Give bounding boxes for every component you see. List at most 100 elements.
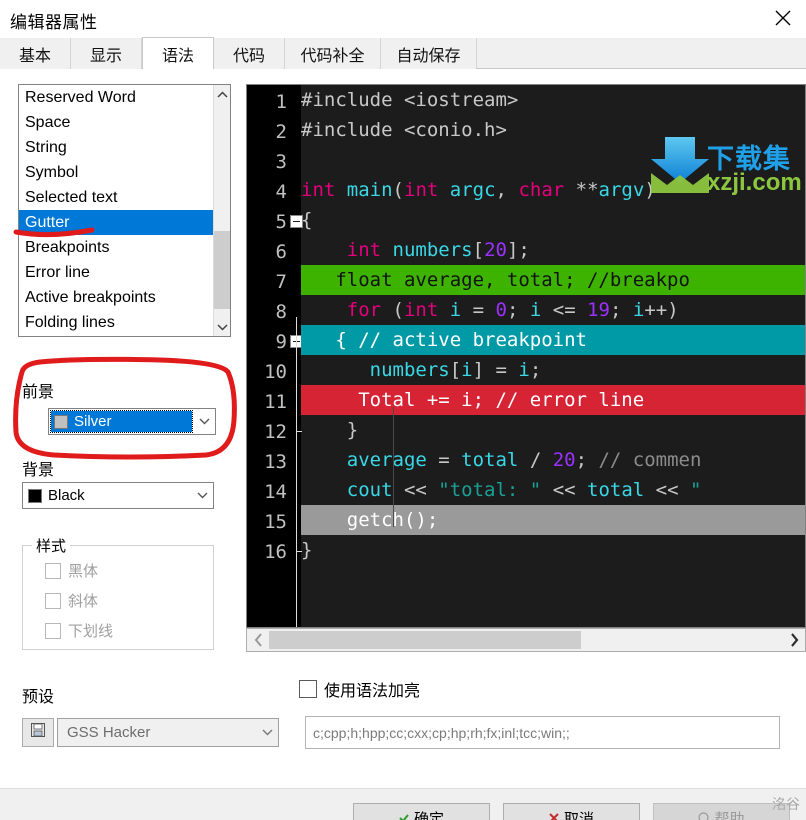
close-button[interactable] — [760, 0, 806, 36]
chevron-down-icon[interactable] — [193, 409, 215, 434]
background-color-combo[interactable]: Black — [22, 482, 214, 509]
tab-code[interactable]: 代码 — [214, 38, 285, 69]
checkbox-box-icon — [45, 592, 61, 609]
tab-autosave[interactable]: 自动保存 — [381, 38, 477, 69]
list-item-active-breakpoints[interactable]: Active breakpoints — [19, 285, 213, 310]
code-token: float average, total; //breakpo — [301, 269, 690, 291]
chevron-down-icon[interactable] — [191, 483, 213, 508]
code-token: i — [449, 299, 462, 321]
checkbox-italic[interactable]: 斜体 — [45, 590, 98, 611]
editor-hscrollbar[interactable] — [246, 628, 806, 652]
checkbox-underline-label: 下划线 — [68, 623, 114, 640]
foreground-color-value: Silver — [74, 413, 112, 430]
cancel-button[interactable]: 取消 — [503, 803, 640, 820]
code-token: <conio.h> — [403, 119, 507, 141]
list-item-space[interactable]: Space — [19, 110, 213, 135]
listbox-scrollbar[interactable] — [213, 85, 230, 336]
list-item-folding-lines[interactable]: Folding lines — [19, 310, 213, 335]
help-button-label: 帮助 — [714, 810, 745, 820]
code-token: numbers — [369, 359, 450, 381]
checkbox-use-syntax-highlight-label: 使用语法加亮 — [324, 683, 421, 700]
preset-combo[interactable]: GSS Hacker — [57, 718, 279, 747]
list-item-error-line[interactable]: Error line — [19, 260, 213, 285]
code-token: << — [541, 479, 588, 501]
tab-basic[interactable]: 基本 — [0, 38, 71, 69]
file-extensions-input[interactable]: c;cpp;h;hpp;cc;cxx;cp;hp;rh;fx;inl;tcc;w… — [305, 716, 780, 749]
style-groupbox: 样式 黑体 斜体 下划线 — [22, 535, 214, 650]
code-line: average = total / 20; // commen — [301, 445, 805, 475]
code-line: getch(); — [301, 505, 805, 535]
chevron-down-icon[interactable] — [214, 318, 230, 336]
list-item-gutter[interactable]: Gutter — [19, 210, 213, 235]
tab-display[interactable]: 显示 — [71, 38, 142, 69]
code-token: ** — [575, 179, 599, 201]
line-number: 9 — [275, 331, 287, 353]
checkbox-bold[interactable]: 黑体 — [45, 560, 98, 581]
code-line: float average, total; //breakpo — [301, 265, 805, 295]
style-group-title: 样式 — [32, 535, 71, 556]
code-line: cout << "total: " << total << " — [301, 475, 805, 505]
code-token: " — [689, 479, 702, 501]
chevron-up-icon[interactable] — [214, 85, 230, 103]
code-token: 0 — [495, 299, 507, 321]
preset-label: 预设 — [22, 689, 55, 706]
chevron-left-icon[interactable] — [247, 629, 269, 651]
line-number: 12 — [264, 421, 287, 443]
editor-code-area: #include <iostream> #include <conio.h> int… — [301, 85, 805, 627]
code-line: { // active breakpoint — [301, 325, 805, 355]
foreground-color-combo[interactable]: Silver — [48, 408, 216, 435]
list-item-string[interactable]: String — [19, 135, 213, 160]
line-number: 14 — [264, 481, 287, 503]
code-token: ; — [529, 359, 542, 381]
code-line: } — [301, 415, 805, 445]
code-token: ; — [575, 449, 599, 471]
code-token: << — [644, 479, 690, 501]
list-item-reserved-word[interactable]: Reserved Word — [19, 85, 213, 110]
ok-button[interactable]: 确定 — [353, 803, 490, 820]
checkbox-underline[interactable]: 下划线 — [45, 620, 113, 641]
code-token: / — [518, 449, 553, 471]
chevron-down-icon[interactable] — [256, 719, 278, 746]
line-number: 5 — [275, 211, 287, 233]
hscrollbar-track[interactable] — [269, 629, 783, 651]
scrollbar-thumb[interactable] — [214, 231, 230, 309]
checkbox-bold-label: 黑体 — [68, 563, 99, 580]
code-token: ++) — [644, 299, 679, 321]
cancel-button-label: 取消 — [563, 810, 594, 820]
code-token: total — [587, 479, 645, 501]
code-token: [ — [472, 239, 485, 261]
save-preset-button[interactable] — [22, 718, 54, 747]
code-token: ]; — [506, 239, 530, 261]
line-number: 1 — [275, 91, 287, 113]
code-token: = — [461, 299, 496, 321]
code-token: 19 — [587, 299, 610, 321]
code-preview-editor[interactable]: 1 2 3 4 5 6 7 8 9 10 11 12 13 14 15 16 #include <iostre… — [246, 84, 806, 628]
brand-watermark: 洺谷 — [772, 796, 800, 812]
code-line: int main(int argc, char **argv) — [301, 175, 805, 205]
help-marker-icon — [698, 810, 710, 820]
dialog-editor-properties: 编辑器属性 基本 显示 语法 代码 代码补全 自动保存 Reserved Wor… — [0, 0, 806, 820]
line-number: 11 — [264, 391, 287, 413]
code-token: for — [346, 299, 382, 321]
hscrollbar-thumb[interactable] — [269, 631, 581, 649]
checkbox-use-syntax-highlight[interactable]: 使用语法加亮 — [299, 677, 420, 701]
folding-line — [296, 317, 297, 627]
syntax-element-listbox[interactable]: Reserved Word Space String Symbol Select… — [18, 84, 231, 337]
code-token: argv — [598, 179, 645, 201]
chevron-right-icon[interactable] — [783, 629, 805, 651]
help-button[interactable]: 帮助 — [653, 803, 790, 820]
code-token: #include — [301, 119, 404, 141]
code-token: #include — [301, 89, 404, 111]
list-item-breakpoints[interactable]: Breakpoints — [19, 235, 213, 260]
code-token: << — [392, 479, 439, 501]
list-item-symbol[interactable]: Symbol — [19, 160, 213, 185]
code-token: <iostream> — [403, 89, 519, 111]
checkbox-italic-label: 斜体 — [68, 593, 99, 610]
tab-syntax[interactable]: 语法 — [142, 37, 214, 69]
code-token: int — [301, 179, 336, 201]
list-item-selected-text[interactable]: Selected text — [19, 185, 213, 210]
tab-code-completion[interactable]: 代码补全 — [285, 38, 381, 69]
